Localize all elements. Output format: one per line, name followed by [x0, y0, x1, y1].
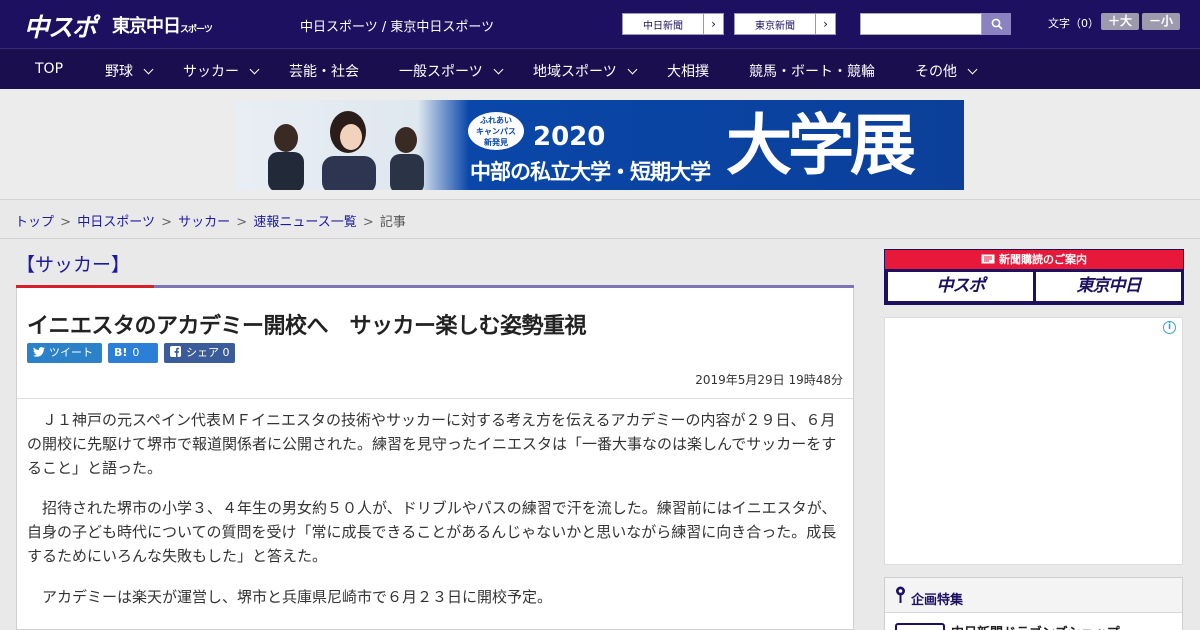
breadcrumb-news-list[interactable]: 速報ニュース一覧: [253, 215, 356, 230]
tweet-label: ツイート: [49, 346, 93, 359]
chunichi-shimbun-link[interactable]: 中日新聞 ›: [622, 13, 724, 35]
subscription-box: 新聞購読のご案内 中スポ 東京中日: [884, 249, 1184, 305]
tokyo-chunichi-logo[interactable]: 東京中日スポーツ: [112, 12, 213, 38]
breadcrumb-soccer[interactable]: サッカー: [178, 215, 230, 230]
dragons-shop-logo[interactable]: [895, 623, 945, 630]
chevron-right-icon: ›: [703, 14, 723, 34]
university-fair-banner[interactable]: ふれあい キャンパス 新発見 2020 中部の私立大学・短期大学 大学展: [236, 100, 964, 190]
nav-item-local-sports[interactable]: 地域スポーツ: [533, 61, 638, 81]
subscription-title-text: 新聞購読のご案内: [999, 253, 1087, 266]
facebook-share-button[interactable]: シェア 0: [164, 343, 235, 363]
logo-sub-text: 東京中日: [112, 16, 181, 37]
facebook-share-count: 0: [222, 346, 230, 359]
font-larger-button[interactable]: ＋大: [1101, 13, 1139, 30]
feature-title: 企画特集: [911, 593, 964, 608]
banner-subtitle: 中部の私立大学・短期大学: [470, 160, 711, 184]
badge-line: キャンパス: [476, 127, 516, 136]
article-date: 2019年5月29日 19時48分: [695, 373, 843, 387]
nav-label: 一般スポーツ: [399, 64, 483, 80]
site-links[interactable]: 中日スポーツ / 東京中日スポーツ: [300, 16, 494, 35]
main-nav: TOP 野球 サッカー 芸能・社会 一般スポーツ 地域スポーツ 大相撲 競馬・ボ…: [0, 48, 1200, 89]
nav-label: 野球: [105, 64, 133, 80]
breadcrumb-divider: [0, 238, 1200, 239]
hatena-icon: B!: [114, 346, 128, 359]
paper-link-label: 東京新聞: [755, 21, 795, 32]
nav-item-entertainment[interactable]: 芸能・社会: [289, 61, 359, 81]
paper-link-label: 中日新聞: [643, 21, 683, 32]
article-paragraph: Ｊ１神戸の元スペイン代表ＭＦイニエスタの技術やサッカーに対する考え方を伝えるアカ…: [27, 411, 837, 477]
nav-item-baseball[interactable]: 野球: [105, 61, 154, 81]
ad-info-icon[interactable]: i: [1163, 321, 1176, 334]
facebook-icon: [170, 346, 181, 357]
chevron-down-icon: [249, 64, 260, 75]
nav-item-other[interactable]: その他: [915, 61, 978, 81]
article-paragraph: アカデミーは楽天が運営し、堺市と兵庫県尼崎市で６月２３日に開校予定。: [27, 588, 553, 606]
feature-header: 企画特集: [885, 578, 1182, 613]
banner-year: 2020: [533, 122, 606, 152]
chunichi-sports-logo[interactable]: 中スポ: [24, 8, 97, 44]
badge-line: 新発見: [484, 138, 508, 147]
twitter-bird-icon: [33, 347, 45, 357]
feature-item-link[interactable]: 中日新聞ドラゴンズショップ: [951, 622, 1120, 630]
search-icon: [991, 18, 1003, 30]
breadcrumb: トップ > 中日スポーツ > サッカー > 速報ニュース一覧 > 記事: [15, 211, 406, 230]
hatena-bookmark-button[interactable]: B! 0: [108, 343, 158, 363]
campus-badge: ふれあい キャンパス 新発見: [468, 112, 524, 150]
subscription-title: 新聞購読のご案内: [885, 250, 1183, 269]
pin-icon: [896, 586, 905, 603]
chevron-down-icon: [493, 64, 504, 75]
chevron-right-icon: ›: [815, 14, 835, 34]
article-divider: [17, 398, 853, 399]
nav-item-top[interactable]: TOP: [35, 61, 63, 77]
nav-label: 競馬・ボート・競輪: [749, 64, 875, 80]
article-headline: イニエスタのアカデミー開校へ サッカー楽しむ姿勢重視: [27, 314, 587, 339]
tokyo-shimbun-link[interactable]: 東京新聞 ›: [734, 13, 836, 35]
nav-label: 芸能・社会: [289, 64, 359, 80]
nav-item-racing[interactable]: 競馬・ボート・競輪: [749, 61, 875, 81]
hatena-count: 0: [132, 346, 140, 359]
font-size-label: 文字（0）: [1048, 17, 1099, 30]
nav-label: 地域スポーツ: [533, 64, 617, 80]
font-smaller-button[interactable]: －小: [1142, 13, 1180, 30]
tweet-button[interactable]: ツイート: [27, 343, 102, 363]
site-header: 中スポ 東京中日スポーツ 中日スポーツ / 東京中日スポーツ 中日新聞 › 東京…: [0, 0, 1200, 48]
feature-box: 企画特集 中日新聞ドラゴンズショップ: [884, 577, 1183, 630]
breadcrumb-separator: >: [60, 215, 72, 230]
banner-area: ふれあい キャンパス 新発見 2020 中部の私立大学・短期大学 大学展: [0, 89, 1200, 200]
ad-slot[interactable]: i: [884, 317, 1183, 565]
search-input[interactable]: [860, 13, 982, 35]
subscribe-tokyo-chunichi-button[interactable]: 東京中日: [1036, 272, 1181, 301]
chevron-down-icon: [967, 64, 978, 75]
logo-sub-small: スポーツ: [180, 25, 213, 35]
newspaper-icon: [981, 254, 995, 264]
breadcrumb-separator: >: [362, 215, 374, 230]
breadcrumb-chunichi-sports[interactable]: 中日スポーツ: [77, 215, 155, 230]
nav-item-sumo[interactable]: 大相撲: [667, 61, 709, 81]
nav-label: TOP: [35, 61, 64, 77]
breadcrumb-top[interactable]: トップ: [15, 215, 54, 230]
facebook-share-label: シェア: [186, 346, 219, 359]
article: イニエスタのアカデミー開校へ サッカー楽しむ姿勢重視 ツイート B! 0 シェア …: [16, 288, 854, 630]
banner-headline: 大学展: [726, 107, 916, 184]
chevron-down-icon: [143, 64, 154, 75]
nav-label: サッカー: [183, 64, 239, 80]
nav-label: 大相撲: [667, 64, 709, 80]
search-button[interactable]: [982, 13, 1011, 35]
nav-label: その他: [915, 64, 957, 80]
breadcrumb-separator: >: [236, 215, 248, 230]
breadcrumb-separator: >: [161, 215, 172, 230]
category-label: 【サッカー】: [16, 254, 131, 276]
chevron-down-icon: [627, 64, 638, 75]
nav-item-general-sports[interactable]: 一般スポーツ: [399, 61, 504, 81]
students-illustration: [268, 111, 424, 190]
subscribe-chunichi-sports-button[interactable]: 中スポ: [888, 272, 1033, 301]
breadcrumb-current: 記事: [379, 215, 406, 230]
nav-item-soccer[interactable]: サッカー: [183, 61, 260, 81]
article-paragraph: 招待された堺市の小学３、４年生の男女約５０人が、ドリブルやパスの練習で汗を流した…: [27, 499, 837, 565]
badge-line: ふれあい: [480, 116, 512, 125]
